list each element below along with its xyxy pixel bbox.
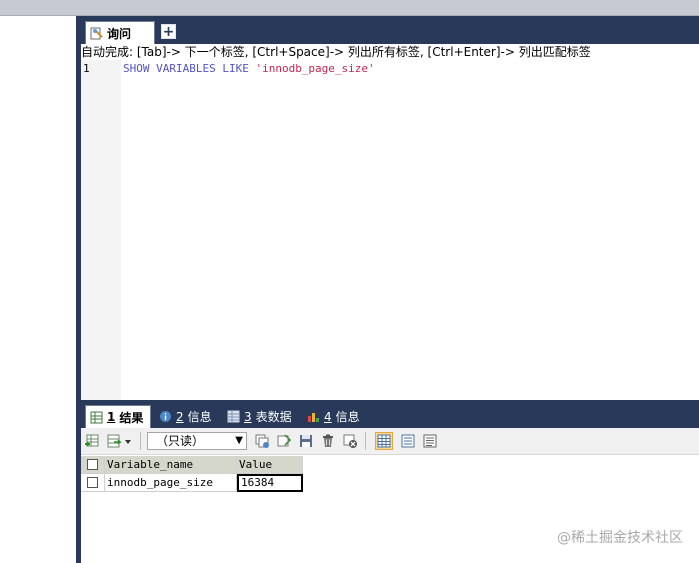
- tab-result-label: 结果: [119, 410, 144, 425]
- sql-editor[interactable]: [121, 60, 699, 400]
- add-row-button[interactable]: [83, 432, 101, 450]
- line-number-gutter: 1: [81, 60, 121, 400]
- text-view-icon: [423, 434, 437, 448]
- watermark: @稀土掘金技术社区: [557, 530, 683, 546]
- query-icon: [90, 27, 103, 40]
- trash-icon: [323, 434, 333, 447]
- add-query-tab-button[interactable]: +: [161, 24, 176, 39]
- form-view-icon: [401, 434, 415, 448]
- cell-variable-name[interactable]: innodb_page_size: [105, 474, 237, 492]
- sql-keywords: SHOW VARIABLES LIKE: [123, 62, 256, 75]
- tab-table-data[interactable]: 3 表数据: [223, 405, 296, 428]
- delete-row-button[interactable]: [319, 432, 337, 450]
- tab-info[interactable]: 4 信息: [303, 405, 364, 428]
- text-view-button[interactable]: [421, 432, 439, 450]
- cell-value-selected[interactable]: 16384: [237, 474, 303, 492]
- add-row-icon: [85, 434, 99, 447]
- checkbox-icon: [87, 477, 98, 488]
- select-all-checkbox[interactable]: [81, 456, 105, 474]
- tab-result-number: 1: [107, 410, 116, 424]
- autocomplete-hint: 自动完成: [Tab]-> 下一个标签, [Ctrl+Space]-> 列出所有…: [81, 44, 699, 60]
- column-header-value[interactable]: Value: [237, 456, 303, 474]
- readonly-mode-value: （只读）: [156, 434, 205, 448]
- tab-query[interactable]: 询问: [85, 21, 155, 44]
- export-icon: [107, 434, 131, 448]
- sql-string-literal: 'innodb_page_size': [255, 62, 375, 75]
- save-icon: [277, 434, 292, 447]
- tab-messages-number: 2: [176, 409, 184, 424]
- tab-messages-label: 信息: [187, 410, 212, 424]
- row-checkbox[interactable]: [81, 474, 105, 492]
- table-row[interactable]: innodb_page_size 16384: [81, 474, 303, 492]
- duplicate-row-icon: [255, 434, 269, 448]
- column-header-variable-name[interactable]: Variable_name: [105, 456, 237, 474]
- query-tab-bar: 询问 +: [81, 16, 699, 44]
- export-dropdown-button[interactable]: [105, 432, 135, 450]
- tab-query-label: 询问: [107, 26, 132, 41]
- table-data-icon: [227, 410, 240, 423]
- readonly-mode-select[interactable]: （只读） ▼: [147, 432, 247, 450]
- result-grid-icon: [90, 411, 103, 423]
- chevron-down-icon: ▼: [235, 435, 243, 446]
- grid-header-row: Variable_name Value: [81, 456, 303, 474]
- tab-messages[interactable]: 2 信息: [155, 405, 216, 428]
- line-number: 1: [83, 62, 90, 75]
- sql-code-line[interactable]: SHOW VARIABLES LIKE 'innodb_page_size': [123, 62, 375, 75]
- tab-table-data-number: 3: [244, 409, 252, 424]
- result-toolbar: （只读） ▼: [81, 428, 699, 455]
- result-tab-bar: 1 结果 2 信息 3 表数据 4 信息: [81, 400, 699, 428]
- disk-save-button[interactable]: [297, 432, 315, 450]
- grid-view-icon: [377, 434, 391, 448]
- duplicate-row-button[interactable]: [253, 432, 271, 450]
- tab-result[interactable]: 1 结果: [85, 405, 151, 428]
- form-view-button[interactable]: [399, 432, 417, 450]
- query-editor-pane: 询问 + 自动完成: [Tab]-> 下一个标签, [Ctrl+Space]->…: [81, 16, 699, 563]
- tab-info-number: 4: [324, 409, 332, 424]
- toolbar-separator: [365, 432, 366, 450]
- cancel-icon: [343, 434, 357, 448]
- info-icon: [160, 411, 171, 422]
- info-chart-icon: [308, 413, 319, 422]
- checkbox-icon: [87, 459, 98, 470]
- grid-view-button[interactable]: [375, 432, 393, 450]
- floppy-disk-icon: [300, 435, 312, 447]
- object-browser-panel[interactable]: [0, 16, 76, 563]
- save-changes-button[interactable]: [275, 432, 293, 450]
- cancel-changes-button[interactable]: [341, 432, 359, 450]
- toolbar-separator: [140, 432, 141, 450]
- tab-table-data-label: 表数据: [255, 410, 292, 424]
- window-top-bar: [0, 0, 699, 16]
- tab-info-label: 信息: [335, 410, 360, 424]
